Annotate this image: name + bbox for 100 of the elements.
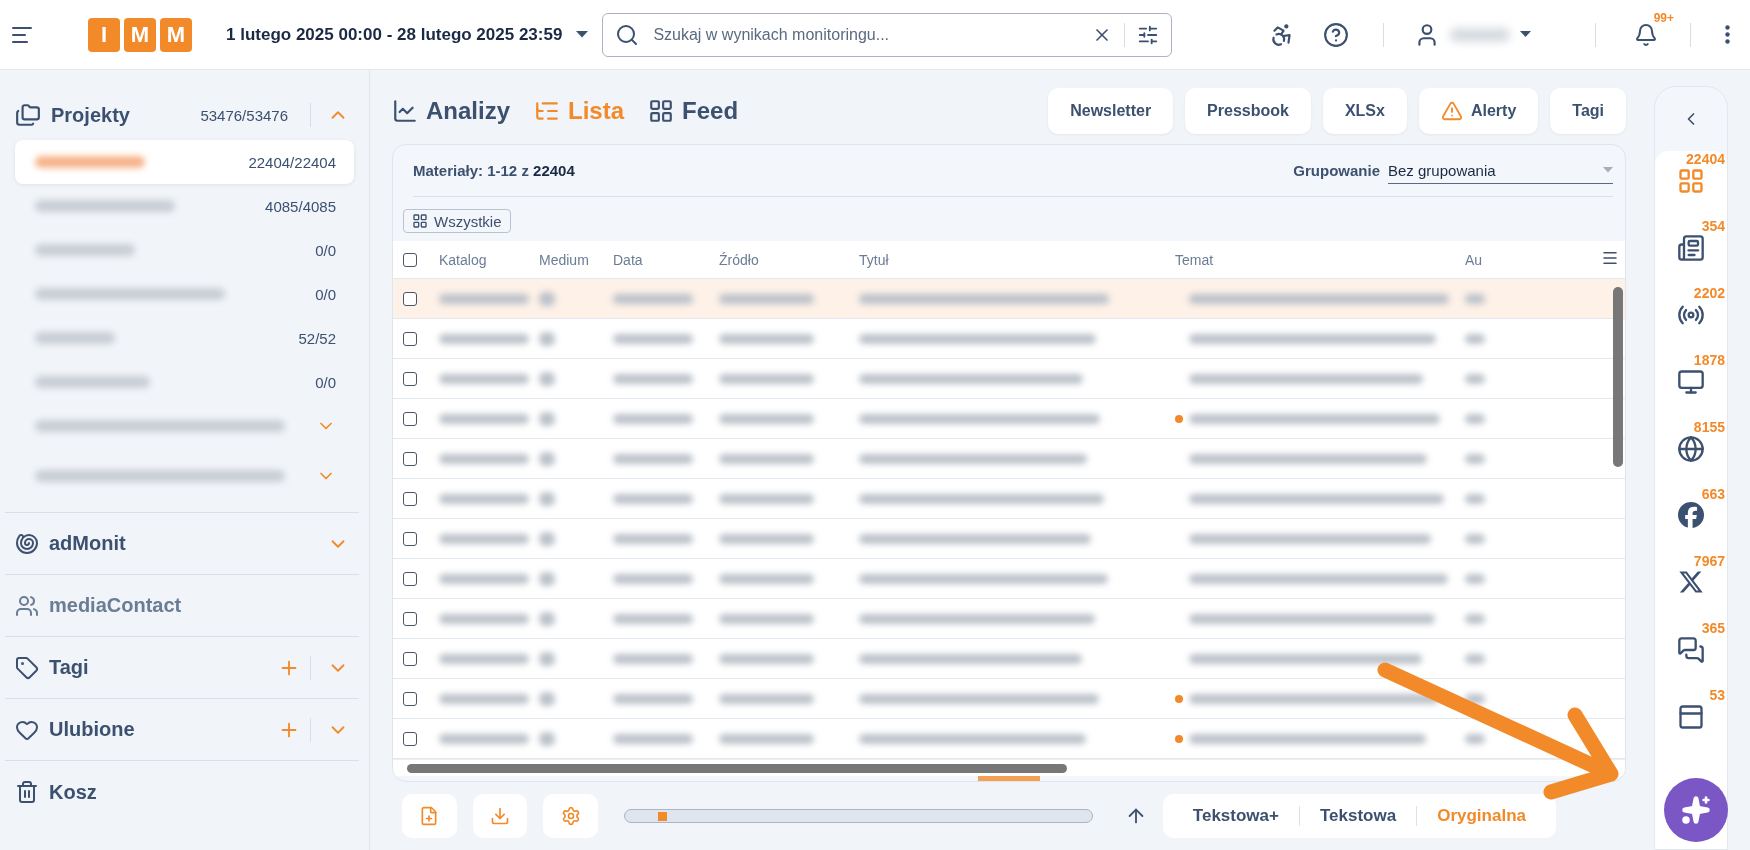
more-button[interactable] <box>1725 25 1730 44</box>
column-header[interactable]: Źródło <box>719 251 759 268</box>
add-file-button[interactable] <box>402 794 457 838</box>
trash-icon <box>15 780 39 804</box>
row-checkbox[interactable] <box>403 411 417 426</box>
facebook-icon <box>1678 502 1704 528</box>
redacted-text <box>1465 613 1485 624</box>
redacted-text <box>1465 693 1485 704</box>
project-item[interactable]: 0/0 <box>15 228 354 272</box>
view-tab[interactable]: Analizy <box>392 97 511 125</box>
sliders-icon <box>1137 23 1160 46</box>
chat-icon <box>1677 636 1705 664</box>
action-button[interactable]: Tagi <box>1550 88 1626 134</box>
action-button[interactable]: Newsletter <box>1048 88 1174 134</box>
help-icon <box>1323 21 1349 48</box>
bell-icon <box>1634 22 1658 47</box>
horizontal-scrollbar[interactable] <box>407 763 1067 773</box>
row-checkbox[interactable] <box>403 691 417 706</box>
mode-tab[interactable]: Tekstowa+ <box>1172 806 1299 826</box>
settings-icon <box>560 806 581 826</box>
materials-count: Materiały: 1-12 z 22404 <box>413 162 575 180</box>
grouping-select[interactable]: Bez grupowania <box>1388 157 1613 184</box>
section-title[interactable]: adMonit <box>49 532 311 555</box>
action-button[interactable]: Alerty <box>1418 88 1539 134</box>
redacted-text <box>539 571 555 586</box>
filter-button[interactable] <box>1137 23 1160 46</box>
section-title[interactable]: mediaContact <box>49 594 349 617</box>
row-checkbox[interactable] <box>403 611 417 626</box>
row-checkbox[interactable] <box>403 371 417 386</box>
search-icon <box>615 22 640 47</box>
date-dropdown-button[interactable] <box>576 31 589 38</box>
settings-button[interactable] <box>543 794 599 838</box>
section-title: Projekty <box>51 103 131 127</box>
section-title[interactable]: Ulubione <box>49 718 268 741</box>
caret-icon <box>1603 167 1613 173</box>
column-header[interactable]: Temat <box>1175 251 1214 268</box>
search-field[interactable]: Szukaj w wynikach monitoringu... <box>602 12 1173 57</box>
slider-thumb[interactable] <box>657 812 667 821</box>
panel-icon <box>1677 703 1705 731</box>
redacted-text <box>539 331 555 346</box>
column-header[interactable]: Katalog <box>439 251 487 268</box>
action-button[interactable]: XLSx <box>1322 88 1407 134</box>
file-plus-icon <box>419 806 440 826</box>
project-count: 53476/53476 <box>200 106 288 124</box>
row-checkbox[interactable] <box>403 731 417 746</box>
project-item[interactable]: 4085/4085 <box>15 184 354 228</box>
column-header[interactable]: Medium <box>539 251 589 268</box>
column-header[interactable]: Tytuł <box>859 251 889 268</box>
redacted-text <box>539 491 555 506</box>
redacted-text <box>1465 293 1485 304</box>
item-count: 52/52 <box>298 329 336 347</box>
tag-icon <box>15 655 39 680</box>
download-icon <box>490 806 511 826</box>
redacted-text <box>1465 653 1485 664</box>
redacted-text <box>1465 333 1485 344</box>
redacted-text <box>1465 493 1485 504</box>
item-count: 0/0 <box>315 285 336 303</box>
redacted-text <box>539 611 555 626</box>
project-item[interactable]: 0/0 <box>15 360 354 404</box>
column-header[interactable]: Data <box>613 251 643 268</box>
section-title[interactable]: Kosz <box>49 780 349 804</box>
view-tab[interactable]: Feed <box>648 97 739 125</box>
grouping-label: Grupowanie <box>1293 162 1380 180</box>
project-item[interactable]: 0/0 <box>15 272 354 316</box>
action-button[interactable]: Pressbook <box>1185 88 1311 134</box>
redacted-text <box>1465 733 1485 744</box>
redacted-text <box>539 291 555 306</box>
row-checkbox[interactable] <box>403 331 417 346</box>
redacted-text <box>1465 533 1485 544</box>
filter-chip[interactable]: Wszystkie <box>403 209 511 234</box>
row-checkbox[interactable] <box>403 651 417 666</box>
section-title[interactable]: Tagi <box>49 656 268 679</box>
project-item[interactable]: 52/52 <box>15 316 354 360</box>
project-item[interactable]: 22404/22404 <box>15 140 354 184</box>
zoom-slider[interactable] <box>624 809 1093 823</box>
notifications-button[interactable] <box>1634 22 1658 47</box>
item-count: 4085/4085 <box>265 197 336 215</box>
item-count: 0/0 <box>315 241 336 259</box>
row-checkbox[interactable] <box>403 451 417 466</box>
select-all-checkbox[interactable] <box>403 252 417 267</box>
download-button[interactable] <box>472 794 528 838</box>
globe-icon <box>1677 435 1705 463</box>
redacted-text <box>539 531 555 546</box>
caret-icon <box>1520 31 1531 38</box>
caret-icon <box>576 31 589 38</box>
row-checkbox[interactable] <box>403 291 417 306</box>
warning-icon <box>1440 100 1463 122</box>
column-header[interactable]: Au <box>1465 251 1483 268</box>
help-button[interactable] <box>1323 21 1349 48</box>
more-icon <box>1725 25 1730 44</box>
row-checkbox[interactable] <box>403 571 417 586</box>
vertical-scrollbar[interactable] <box>1613 287 1623 468</box>
redacted-text <box>1465 453 1485 464</box>
resize-handle[interactable] <box>978 776 1040 781</box>
row-checkbox[interactable] <box>403 491 417 506</box>
mode-tab[interactable]: Tekstowa <box>1298 806 1417 826</box>
date-range: 1 lutego 2025 00:00 - 28 lutego 2025 23:59 <box>226 24 563 45</box>
sparkles-icon <box>1681 795 1711 825</box>
newspaper-icon <box>1677 234 1705 262</box>
row-checkbox[interactable] <box>403 531 417 546</box>
